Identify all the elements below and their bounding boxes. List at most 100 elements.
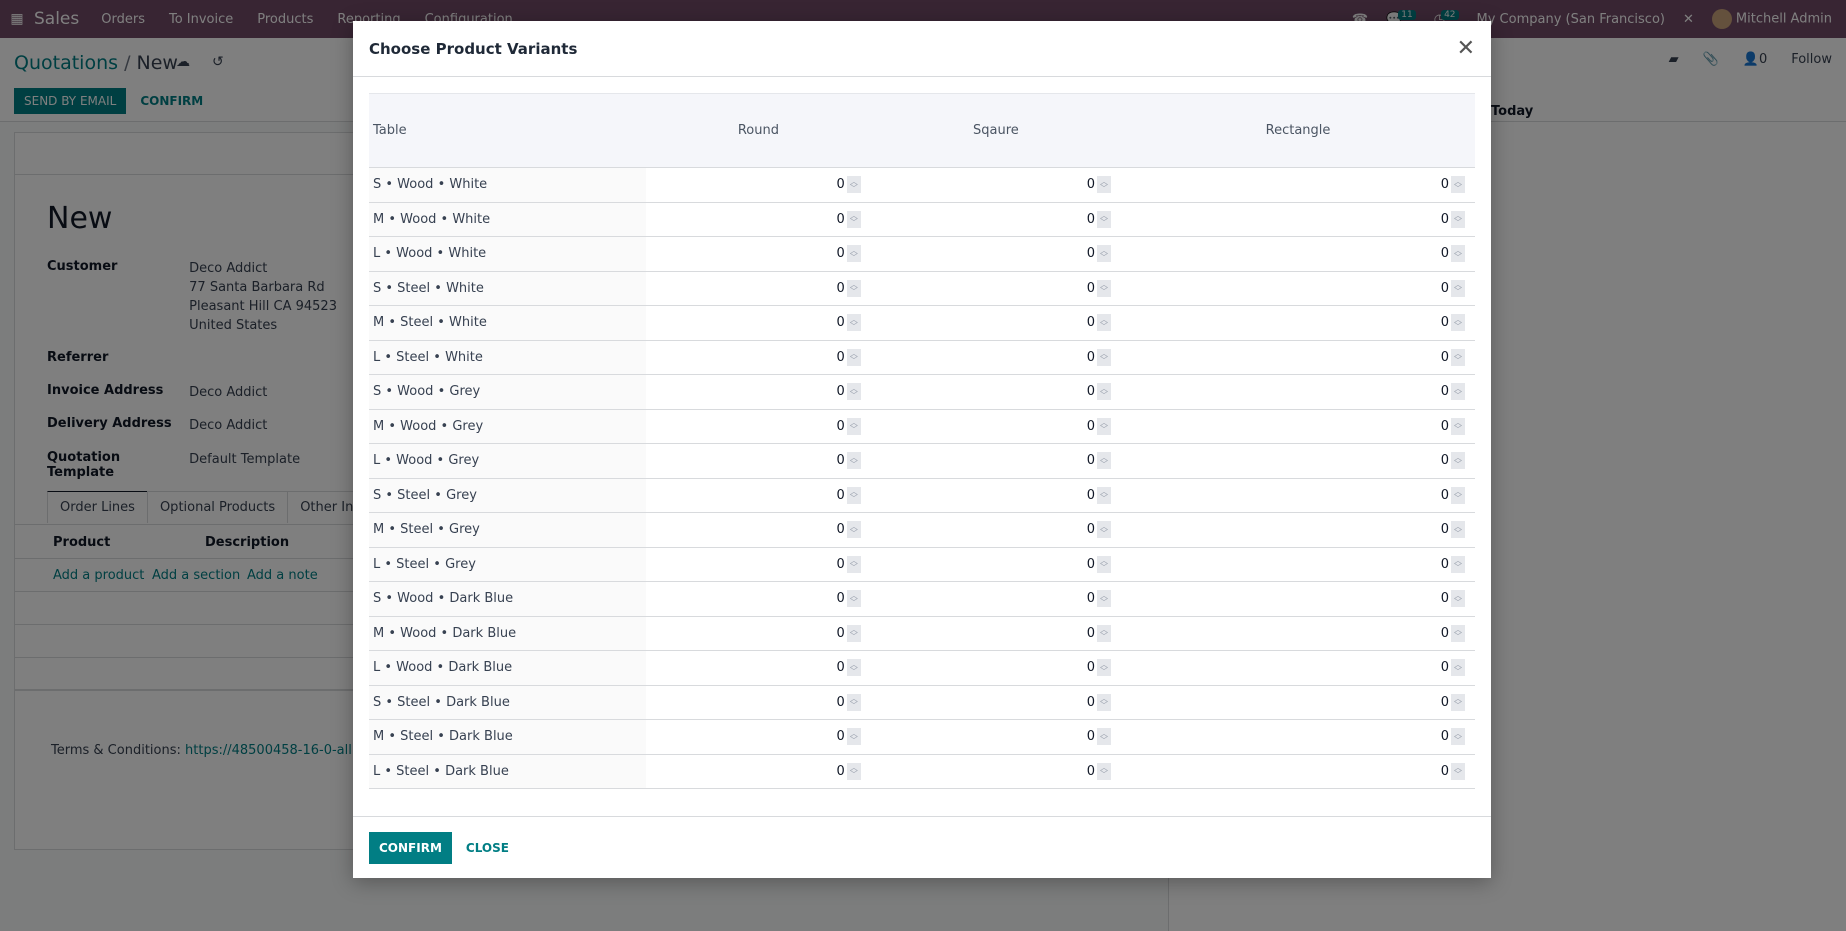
modal-confirm-button[interactable]: CONFIRM [369,831,452,864]
quantity-stepper[interactable]: 0 ︿ ﹀ [1087,693,1112,711]
quantity-input[interactable]: 0 [837,522,845,537]
spinner-arrows-icon[interactable]: ︿ ﹀ [846,624,861,642]
chevron-down-icon[interactable]: ﹀ [1100,771,1108,779]
chevron-down-icon[interactable]: ﹀ [1100,598,1108,606]
quantity-stepper[interactable]: 0 ︿ ﹀ [1087,314,1112,332]
spinner-arrows-icon[interactable]: ︿ ﹀ [1097,521,1112,539]
quantity-input[interactable]: 0 [1087,591,1095,606]
quantity-stepper[interactable]: 0 ︿ ﹀ [1087,245,1112,263]
chevron-down-icon[interactable]: ﹀ [850,288,858,296]
quantity-stepper[interactable]: 0 ︿ ﹀ [837,486,861,504]
quantity-stepper[interactable]: 0 ︿ ﹀ [837,245,861,263]
quantity-stepper[interactable]: 0 ︿ ﹀ [837,762,861,780]
spinner-arrows-icon[interactable]: ︿ ﹀ [1451,693,1465,711]
spinner-arrows-icon[interactable]: ︿ ﹀ [846,659,861,677]
spinner-arrows-icon[interactable]: ︿ ﹀ [1097,176,1112,194]
chevron-down-icon[interactable]: ﹀ [1100,219,1108,227]
chevron-down-icon[interactable]: ﹀ [850,598,858,606]
close-icon[interactable]: ✕ [1457,37,1475,60]
chevron-down-icon[interactable]: ﹀ [850,426,858,434]
spinner-arrows-icon[interactable]: ︿ ﹀ [1097,279,1112,297]
quantity-stepper[interactable]: 0 ︿ ﹀ [1087,486,1112,504]
quantity-input[interactable]: 0 [1441,729,1449,744]
chevron-down-icon[interactable]: ﹀ [1454,357,1462,365]
quantity-input[interactable]: 0 [1441,557,1449,572]
quantity-stepper[interactable]: 0 ︿ ﹀ [837,555,861,573]
quantity-input[interactable]: 0 [1087,764,1095,779]
spinner-arrows-icon[interactable]: ︿ ﹀ [1097,383,1112,401]
quantity-input[interactable]: 0 [1087,212,1095,227]
chevron-down-icon[interactable]: ﹀ [1454,426,1462,434]
quantity-input[interactable]: 0 [1087,419,1095,434]
quantity-stepper[interactable]: 0 ︿ ﹀ [1087,728,1112,746]
spinner-arrows-icon[interactable]: ︿ ﹀ [1097,210,1112,228]
quantity-stepper[interactable]: 0 ︿ ﹀ [1441,245,1465,263]
quantity-input[interactable]: 0 [837,419,845,434]
quantity-input[interactable]: 0 [837,246,845,261]
quantity-input[interactable]: 0 [837,350,845,365]
spinner-arrows-icon[interactable]: ︿ ﹀ [846,555,861,573]
spinner-arrows-icon[interactable]: ︿ ﹀ [1097,555,1112,573]
spinner-arrows-icon[interactable]: ︿ ﹀ [846,693,861,711]
spinner-arrows-icon[interactable]: ︿ ﹀ [846,279,861,297]
quantity-stepper[interactable]: 0 ︿ ﹀ [837,417,861,435]
chevron-down-icon[interactable]: ﹀ [1100,529,1108,537]
quantity-input[interactable]: 0 [837,557,845,572]
chevron-down-icon[interactable]: ﹀ [850,391,858,399]
quantity-stepper[interactable]: 0 ︿ ﹀ [1087,383,1112,401]
quantity-stepper[interactable]: 0 ︿ ﹀ [1441,486,1465,504]
chevron-down-icon[interactable]: ﹀ [1454,702,1462,710]
quantity-input[interactable]: 0 [1441,764,1449,779]
quantity-input[interactable]: 0 [1441,522,1449,537]
chevron-down-icon[interactable]: ﹀ [850,702,858,710]
quantity-input[interactable]: 0 [1441,488,1449,503]
quantity-stepper[interactable]: 0 ︿ ﹀ [1441,624,1465,642]
quantity-input[interactable]: 0 [1087,729,1095,744]
quantity-stepper[interactable]: 0 ︿ ﹀ [1087,417,1112,435]
spinner-arrows-icon[interactable]: ︿ ﹀ [1451,279,1465,297]
quantity-input[interactable]: 0 [1087,315,1095,330]
quantity-input[interactable]: 0 [837,591,845,606]
quantity-stepper[interactable]: 0 ︿ ﹀ [1087,659,1112,677]
spinner-arrows-icon[interactable]: ︿ ﹀ [846,590,861,608]
quantity-input[interactable]: 0 [837,626,845,641]
quantity-stepper[interactable]: 0 ︿ ﹀ [1087,624,1112,642]
chevron-down-icon[interactable]: ﹀ [1100,633,1108,641]
spinner-arrows-icon[interactable]: ︿ ﹀ [1451,521,1465,539]
quantity-stepper[interactable]: 0 ︿ ﹀ [1441,728,1465,746]
chevron-down-icon[interactable]: ﹀ [850,667,858,675]
quantity-stepper[interactable]: 0 ︿ ﹀ [837,383,861,401]
quantity-stepper[interactable]: 0 ︿ ﹀ [1441,314,1465,332]
spinner-arrows-icon[interactable]: ︿ ﹀ [846,521,861,539]
spinner-arrows-icon[interactable]: ︿ ﹀ [846,348,861,366]
chevron-down-icon[interactable]: ﹀ [1454,219,1462,227]
spinner-arrows-icon[interactable]: ︿ ﹀ [1451,762,1465,780]
quantity-input[interactable]: 0 [1441,384,1449,399]
quantity-stepper[interactable]: 0 ︿ ﹀ [837,348,861,366]
quantity-stepper[interactable]: 0 ︿ ﹀ [1441,659,1465,677]
chevron-down-icon[interactable]: ﹀ [1100,495,1108,503]
quantity-input[interactable]: 0 [1087,488,1095,503]
chevron-down-icon[interactable]: ﹀ [850,184,858,192]
quantity-input[interactable]: 0 [1087,522,1095,537]
quantity-stepper[interactable]: 0 ︿ ﹀ [837,210,861,228]
quantity-input[interactable]: 0 [837,764,845,779]
chevron-down-icon[interactable]: ﹀ [850,529,858,537]
chevron-down-icon[interactable]: ﹀ [850,322,858,330]
quantity-input[interactable]: 0 [1441,419,1449,434]
chevron-down-icon[interactable]: ﹀ [1454,667,1462,675]
quantity-stepper[interactable]: 0 ︿ ﹀ [1441,279,1465,297]
spinner-arrows-icon[interactable]: ︿ ﹀ [1451,590,1465,608]
chevron-down-icon[interactable]: ﹀ [1454,598,1462,606]
quantity-stepper[interactable]: 0 ︿ ﹀ [1087,590,1112,608]
quantity-stepper[interactable]: 0 ︿ ﹀ [837,624,861,642]
quantity-input[interactable]: 0 [1441,212,1449,227]
quantity-stepper[interactable]: 0 ︿ ﹀ [837,590,861,608]
quantity-stepper[interactable]: 0 ︿ ﹀ [1441,521,1465,539]
spinner-arrows-icon[interactable]: ︿ ﹀ [1097,314,1112,332]
spinner-arrows-icon[interactable]: ︿ ﹀ [1097,245,1112,263]
quantity-input[interactable]: 0 [1441,626,1449,641]
quantity-input[interactable]: 0 [837,488,845,503]
chevron-down-icon[interactable]: ﹀ [850,564,858,572]
quantity-input[interactable]: 0 [837,660,845,675]
